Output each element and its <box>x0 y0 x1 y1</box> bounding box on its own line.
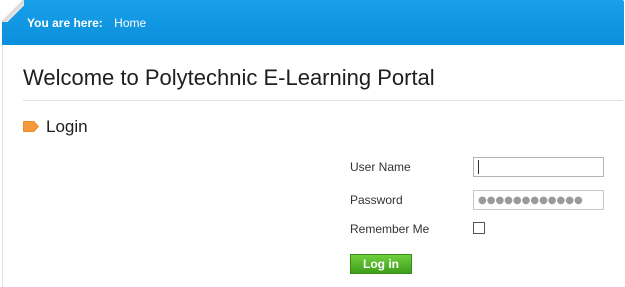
username-input[interactable] <box>473 157 604 177</box>
orange-tag-icon <box>23 121 39 132</box>
login-page: You are here: Home Welcome to Polytechni… <box>0 0 625 287</box>
breadcrumb: You are here: Home <box>27 15 146 31</box>
password-label: Password <box>350 193 403 207</box>
breadcrumb-bar: You are here: Home <box>2 0 624 45</box>
login-heading: Login <box>46 117 88 136</box>
text-caret <box>478 160 479 174</box>
password-input[interactable] <box>473 190 604 210</box>
page-title: Welcome to Polytechnic E-Learning Portal <box>23 65 435 90</box>
username-label: User Name <box>350 160 411 174</box>
page-curl-decoration <box>2 0 24 22</box>
breadcrumb-home-link[interactable]: Home <box>114 16 146 30</box>
login-button[interactable]: Log in <box>350 254 412 274</box>
remember-me-checkbox[interactable] <box>473 222 485 234</box>
remember-me-label: Remember Me <box>350 222 430 236</box>
left-border <box>2 45 3 287</box>
breadcrumb-label: You are here: <box>27 16 103 30</box>
title-divider <box>23 100 623 101</box>
